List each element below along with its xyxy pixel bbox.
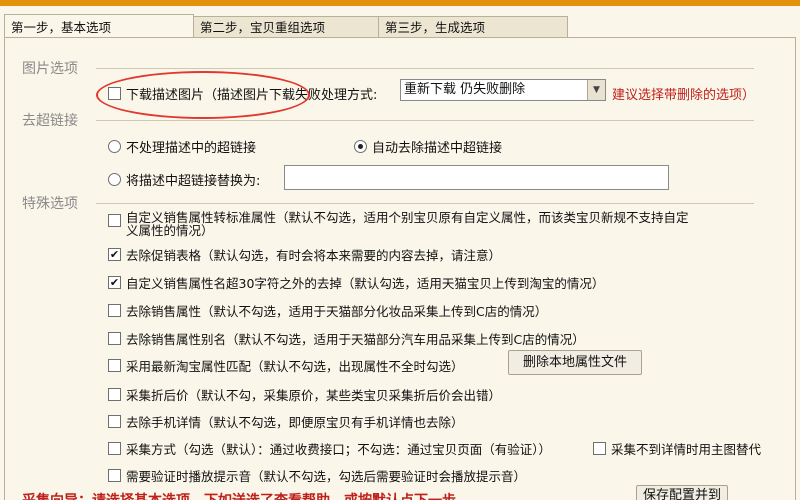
- radio-replace-links-label: 将描述中超链接替换为:: [126, 174, 261, 189]
- save-config-button[interactable]: 保存配置并到: [636, 485, 728, 500]
- special-option-row: 采集方式（勾选（默认）：通过收费接口；不勾选：通过宝贝页面（有验证））: [108, 439, 551, 458]
- group-links-title: 去超链接: [22, 113, 78, 129]
- special-option-label: 去除促销表格（默认勾选，有时会将本来需要的内容去掉，请注意）: [126, 248, 502, 263]
- download-pictures-row: 下载描述图片 （描述图片下载失败处理方式:: [108, 84, 377, 103]
- fallback-main-image-row: 采集不到详情时用主图替代: [593, 439, 761, 458]
- special-option-checkbox[interactable]: [108, 469, 121, 482]
- group-divider: [96, 120, 754, 121]
- replace-links-input[interactable]: [284, 165, 669, 190]
- special-option-row: 采集折后价（默认不勾，采集原价，某些类宝贝采集折后价会出错）: [108, 385, 501, 404]
- special-option-checkbox[interactable]: ✔: [108, 276, 121, 289]
- group-special-title: 特殊选项: [22, 196, 78, 212]
- special-option-label: 去除手机详情（默认不勾选，即便原宝贝有手机详情也去除）: [126, 415, 464, 430]
- wizard-warning: 采集向导：请选择基本选项，下如送选了查看帮助，或按默认点下一步。: [22, 490, 470, 500]
- special-option-checkbox[interactable]: [108, 214, 121, 227]
- special-option-label: 采集折后价（默认不勾，采集原价，某些类宝贝采集折后价会出错）: [126, 388, 502, 403]
- radio-keep-links[interactable]: 不处理描述中的超链接: [108, 137, 256, 156]
- special-option-row: 自定义销售属性转标准属性（默认不勾选，适用个别宝贝原有自定义属性，而该类宝贝新规…: [108, 211, 689, 237]
- special-option-row: ✔ 去除促销表格（默认勾选，有时会将本来需要的内容去掉，请注意）: [108, 245, 501, 264]
- special-option-row: 去除手机详情（默认不勾选，即便原宝贝有手机详情也去除）: [108, 412, 464, 431]
- special-option-checkbox[interactable]: [108, 332, 121, 345]
- tab-step3[interactable]: 第三步，生成选项: [378, 16, 568, 38]
- special-option-checkbox[interactable]: [108, 388, 121, 401]
- group-picture-title: 图片选项: [22, 61, 78, 77]
- special-option-checkbox[interactable]: [108, 359, 121, 372]
- radio-replace-links[interactable]: 将描述中超链接替换为:: [108, 170, 260, 189]
- fallback-main-image-label: 采集不到详情时用主图替代: [611, 442, 762, 457]
- special-option-row: 需要验证时播放提示音（默认不勾选，勾选后需要验证时会播放提示音）: [108, 466, 526, 485]
- special-option-row: 采用最新淘宝属性匹配（默认不勾选，出现属性不全时勾选）: [108, 356, 464, 375]
- special-option-label: 自定义销售属性转标准属性（默认不勾选，适用个别宝贝原有自定义属性，而该类宝贝新规…: [126, 210, 689, 238]
- special-option-label: 需要验证时播放提示音（默认不勾选，勾选后需要验证时会播放提示音）: [126, 469, 527, 484]
- special-option-label: 去除销售属性别名（默认不勾选，适用于天猫部分汽车用品采集上传到C店的情况）: [126, 332, 585, 347]
- special-option-row: 去除销售属性别名（默认不勾选，适用于天猫部分汽车用品采集上传到C店的情况）: [108, 329, 585, 348]
- radio-remove-links[interactable]: 自动去除描述中超链接: [354, 137, 502, 156]
- fail-handling-select[interactable]: 重新下载 仍失败删除 ▼: [400, 79, 606, 101]
- step-tabs: 第一步，基本选项 第二步，宝贝重组选项 第三步，生成选项: [4, 14, 568, 38]
- tab-step1[interactable]: 第一步，基本选项: [4, 14, 194, 38]
- special-option-row: ✔ 自定义销售属性名超30字符之外的去掉（默认勾选，适用天猫宝贝上传到淘宝的情况…: [108, 273, 604, 292]
- special-option-label: 去除销售属性（默认不勾选，适用于天猫部分化妆品采集上传到C店的情况）: [126, 304, 548, 319]
- special-option-checkbox[interactable]: [108, 442, 121, 455]
- radio-remove-links-button[interactable]: [354, 140, 367, 153]
- radio-keep-links-label: 不处理描述中的超链接: [126, 141, 257, 156]
- special-option-label: 采用最新淘宝属性匹配（默认不勾选，出现属性不全时勾选）: [126, 359, 464, 374]
- select-hint: 建议选择带删除的选项）: [612, 88, 756, 103]
- special-option-checkbox[interactable]: [108, 304, 121, 317]
- delete-local-attr-file-button[interactable]: 删除本地属性文件: [508, 350, 642, 375]
- radio-keep-links-button[interactable]: [108, 140, 121, 153]
- special-option-row: 去除销售属性（默认不勾选，适用于天猫部分化妆品采集上传到C店的情况）: [108, 301, 547, 320]
- radio-remove-links-label: 自动去除描述中超链接: [372, 141, 503, 156]
- fail-handling-label: （描述图片下载失败处理方式:: [204, 88, 378, 103]
- download-pictures-label[interactable]: 下载描述图片: [126, 84, 204, 103]
- download-pictures-checkbox[interactable]: [108, 87, 121, 100]
- fail-handling-value: 重新下载 仍失败删除: [404, 82, 526, 97]
- fallback-main-image-checkbox[interactable]: [593, 442, 606, 455]
- radio-replace-links-button[interactable]: [108, 173, 121, 186]
- radio-selected-dot: [358, 144, 363, 149]
- group-divider: [96, 203, 754, 204]
- special-option-label: 采集方式（勾选（默认）：通过收费接口；不勾选：通过宝贝页面（有验证））: [126, 442, 552, 457]
- special-option-checkbox[interactable]: [108, 415, 121, 428]
- group-divider: [96, 68, 754, 69]
- special-option-label: 自定义销售属性名超30字符之外的去掉（默认勾选，适用天猫宝贝上传到淘宝的情况）: [126, 276, 605, 291]
- special-option-checkbox[interactable]: ✔: [108, 248, 121, 261]
- window-top-strip: [0, 0, 800, 6]
- chevron-down-icon[interactable]: ▼: [587, 80, 605, 100]
- tab-step2[interactable]: 第二步，宝贝重组选项: [193, 16, 379, 38]
